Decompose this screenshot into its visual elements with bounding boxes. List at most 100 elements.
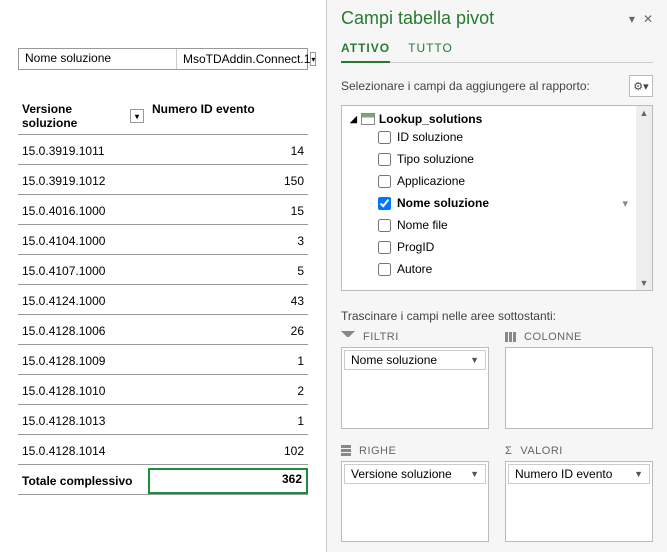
row-value: 102 (148, 442, 308, 464)
field-item[interactable]: Autore (350, 258, 632, 280)
row-header-dropdown-icon[interactable]: ▾ (130, 109, 144, 123)
table-row[interactable]: 15.0.4016.100015 (18, 195, 308, 225)
chip-row-label: Versione soluzione (351, 467, 452, 481)
field-checkbox[interactable] (378, 175, 391, 188)
filter-field-label: Nome soluzione (19, 49, 177, 69)
filter-value-text: MsoTDAddin.Connect.1 (183, 52, 310, 66)
table-icon (361, 113, 375, 125)
chip-row[interactable]: Versione soluzione ▼ (344, 464, 486, 484)
area-columns: COLONNE (505, 331, 653, 429)
area-rows-title: RIGHE (359, 445, 396, 457)
table-row[interactable]: 15.0.3919.101114 (18, 135, 308, 165)
scrollbar-vertical[interactable]: ▲ ▼ (636, 106, 652, 290)
grand-total-value: 362 (148, 468, 308, 494)
field-checkbox[interactable] (378, 131, 391, 144)
filter-dropdown-icon[interactable]: ▾ (310, 52, 316, 66)
table-row[interactable]: 15.0.4128.10102 (18, 375, 308, 405)
table-row[interactable]: 15.0.3919.1012150 (18, 165, 308, 195)
row-value: 1 (148, 352, 308, 374)
field-checkbox[interactable] (378, 241, 391, 254)
row-header-label: Versione soluzione (22, 102, 130, 130)
chevron-down-icon[interactable]: ▼ (634, 469, 643, 479)
tab-active[interactable]: ATTIVO (341, 37, 390, 63)
row-value: 15 (148, 202, 308, 224)
area-values: Σ VALORI Numero ID evento ▼ (505, 445, 653, 543)
row-version: 15.0.4128.1013 (18, 412, 148, 434)
row-header[interactable]: Versione soluzione ▾ (18, 98, 148, 134)
area-values-title: VALORI (520, 445, 563, 457)
area-columns-body[interactable] (505, 347, 653, 429)
area-rows-body[interactable]: Versione soluzione ▼ (341, 461, 489, 543)
chip-value-label: Numero ID evento (515, 467, 612, 481)
field-label: ProgID (397, 240, 434, 254)
area-rows: RIGHE Versione soluzione ▼ (341, 445, 489, 543)
funnel-icon (341, 331, 355, 343)
chevron-down-icon[interactable]: ▼ (470, 469, 479, 479)
row-version: 15.0.4104.1000 (18, 232, 148, 254)
row-value: 150 (148, 172, 308, 194)
field-checkbox[interactable] (378, 153, 391, 166)
field-checkbox[interactable] (378, 197, 391, 210)
grand-total-label: Totale complessivo (18, 472, 148, 494)
table-row[interactable]: 15.0.4124.100043 (18, 285, 308, 315)
scroll-up-icon[interactable]: ▲ (637, 106, 651, 120)
field-item[interactable]: Tipo soluzione (350, 148, 632, 170)
table-node[interactable]: ◢ Lookup_solutions (350, 112, 632, 126)
scroll-down-icon[interactable]: ▼ (637, 276, 651, 290)
chip-value[interactable]: Numero ID evento ▼ (508, 464, 650, 484)
row-version: 15.0.3919.1012 (18, 172, 148, 194)
row-value: 1 (148, 412, 308, 434)
row-version: 15.0.4128.1014 (18, 442, 148, 464)
grand-total-row: Totale complessivo 362 (18, 465, 308, 495)
area-filters-body[interactable]: Nome soluzione ▼ (341, 347, 489, 429)
columns-icon (505, 332, 516, 342)
sigma-icon: Σ (505, 445, 512, 457)
table-row[interactable]: 15.0.4128.100626 (18, 315, 308, 345)
row-version: 15.0.4016.1000 (18, 202, 148, 224)
close-icon[interactable]: ✕ (643, 12, 653, 26)
report-filter[interactable]: Nome soluzione MsoTDAddin.Connect.1 ▾ (18, 48, 308, 70)
field-item[interactable]: Nome soluzione ▾ (350, 192, 632, 214)
pane-tabs: ATTIVO TUTTO (341, 37, 653, 63)
field-item[interactable]: ID soluzione (350, 126, 632, 148)
gear-icon[interactable]: ⚙ ▾ (629, 75, 653, 97)
value-header: Numero ID evento (148, 98, 308, 134)
row-value: 2 (148, 382, 308, 404)
field-checkbox[interactable] (378, 263, 391, 276)
row-version: 15.0.4124.1000 (18, 292, 148, 314)
field-label: ID soluzione (397, 130, 463, 144)
drag-instruction: Trascinare i campi nelle aree sottostant… (341, 309, 653, 323)
field-item[interactable]: Applicazione (350, 170, 632, 192)
field-list: ◢ Lookup_solutions ID soluzione Tipo solu… (341, 105, 653, 291)
table-row[interactable]: 15.0.4128.1014102 (18, 435, 308, 465)
tab-all[interactable]: TUTTO (408, 37, 453, 62)
filter-value[interactable]: MsoTDAddin.Connect.1 ▾ (177, 49, 307, 69)
row-version: 15.0.4128.1006 (18, 322, 148, 344)
field-checkbox[interactable] (378, 219, 391, 232)
field-label: Nome file (397, 218, 448, 232)
chip-filter-label: Nome soluzione (351, 353, 437, 367)
pane-subtitle: Selezionare i campi da aggiungere al rap… (341, 79, 590, 93)
row-value: 14 (148, 142, 308, 164)
table-row[interactable]: 15.0.4128.10131 (18, 405, 308, 435)
field-label: Nome soluzione (397, 196, 489, 210)
move-icon[interactable]: ▾ (629, 12, 635, 26)
pane-title: Campi tabella pivot (341, 8, 494, 29)
table-row[interactable]: 15.0.4128.10091 (18, 345, 308, 375)
field-item[interactable]: ProgID (350, 236, 632, 258)
area-filters-title: FILTRI (363, 331, 399, 343)
table-row[interactable]: 15.0.4104.10003 (18, 225, 308, 255)
chip-filter[interactable]: Nome soluzione ▼ (344, 350, 486, 370)
field-label: Tipo soluzione (397, 152, 474, 166)
table-row[interactable]: 15.0.4107.10005 (18, 255, 308, 285)
row-value: 3 (148, 232, 308, 254)
rows-icon (341, 445, 351, 456)
collapse-icon[interactable]: ◢ (350, 114, 357, 125)
field-item[interactable]: Nome file (350, 214, 632, 236)
area-values-body[interactable]: Numero ID evento ▼ (505, 461, 653, 543)
row-version: 15.0.4128.1009 (18, 352, 148, 374)
row-value: 5 (148, 262, 308, 284)
filter-indicator-icon[interactable]: ▾ (622, 197, 628, 210)
area-filters: FILTRI Nome soluzione ▼ (341, 331, 489, 429)
chevron-down-icon[interactable]: ▼ (470, 355, 479, 365)
